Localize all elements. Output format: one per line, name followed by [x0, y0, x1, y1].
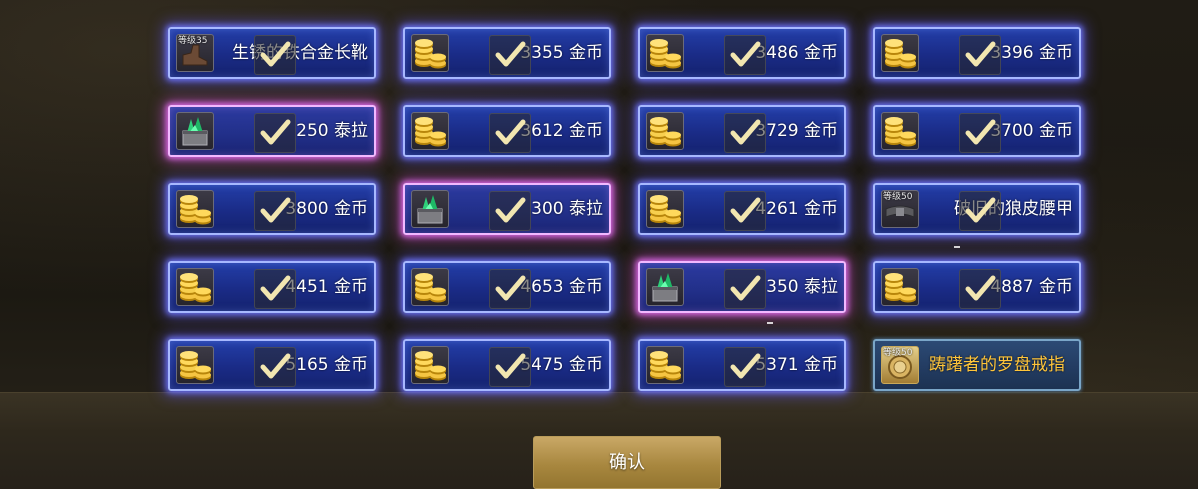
checkmark-icon [489, 191, 531, 231]
reward-card[interactable]: 5475 金币 [403, 339, 611, 391]
checkmark-icon [724, 191, 766, 231]
checkmark-icon [724, 35, 766, 75]
reward-label: 250 泰拉 [296, 121, 368, 141]
reward-label: 3396 金币 [990, 43, 1073, 63]
reward-card[interactable]: 4261 金币 [638, 183, 846, 235]
reward-label: 4261 金币 [755, 199, 838, 219]
checkmark-icon [254, 35, 296, 75]
reward-card[interactable]: 5371 金币 [638, 339, 846, 391]
checkmark-icon [254, 191, 296, 231]
reward-card[interactable]: 300 泰拉 [403, 183, 611, 235]
gold-coins-icon [881, 112, 919, 150]
gold-coins-icon [646, 190, 684, 228]
checkmark-icon [254, 347, 296, 387]
reward-card[interactable]: 4887 金币 [873, 261, 1081, 313]
level-tag: 等级35 [178, 36, 208, 46]
boots-icon: 等级35 [176, 34, 214, 72]
reward-card[interactable]: 3355 金币 [403, 27, 611, 79]
reward-label: 4653 金币 [520, 277, 603, 297]
checkmark-icon [489, 269, 531, 309]
checkmark-icon [959, 113, 1001, 153]
reward-card[interactable]: 等级50 破旧的狼皮腰甲 [873, 183, 1081, 235]
reward-card[interactable]: 3612 金币 [403, 105, 611, 157]
confirm-button[interactable]: 确认 [533, 436, 721, 489]
checkmark-icon [489, 113, 531, 153]
gold-coins-icon [411, 268, 449, 306]
reward-label: 3355 金币 [520, 43, 603, 63]
checkmark-icon [959, 269, 1001, 309]
checkmark-icon [959, 35, 1001, 75]
gold-coins-icon [176, 268, 214, 306]
belt-icon: 等级50 [881, 190, 919, 228]
level-tag: 等级50 [883, 192, 913, 202]
checkmark-icon [254, 269, 296, 309]
gold-coins-icon [646, 346, 684, 384]
reward-card[interactable]: 3700 金币 [873, 105, 1081, 157]
tera-crystal-icon [646, 268, 684, 306]
reward-label: 4451 金币 [285, 277, 368, 297]
reward-card[interactable]: 等级50 踌躇者的罗盘戒指 [873, 339, 1081, 391]
reward-card[interactable]: 350 泰拉 [638, 261, 846, 313]
tera-crystal-icon [176, 112, 214, 150]
gold-coins-icon [646, 34, 684, 72]
reward-label: 生锈的铁合金长靴 [232, 43, 368, 63]
divider-mark [767, 322, 773, 324]
tera-crystal-icon [411, 190, 449, 228]
gold-coins-icon [411, 34, 449, 72]
reward-screen: 等级35 生锈的铁合金长靴 3355 金币 3486 金币 3396 金币 250 泰拉 3… [0, 0, 1198, 489]
reward-card[interactable]: 3800 金币 [168, 183, 376, 235]
reward-card[interactable]: 等级35 生锈的铁合金长靴 [168, 27, 376, 79]
reward-label: 4887 金币 [990, 277, 1073, 297]
gold-coins-icon [881, 34, 919, 72]
divider-mark [954, 246, 960, 248]
gold-coins-icon [646, 112, 684, 150]
reward-card[interactable]: 3486 金币 [638, 27, 846, 79]
reward-card[interactable]: 4451 金币 [168, 261, 376, 313]
gold-coins-icon [411, 346, 449, 384]
gold-coins-icon [411, 112, 449, 150]
reward-label: 踌躇者的罗盘戒指 [929, 355, 1065, 375]
gold-coins-icon [881, 268, 919, 306]
reward-card[interactable]: 4653 金币 [403, 261, 611, 313]
checkmark-icon [959, 191, 1001, 231]
checkmark-icon [489, 347, 531, 387]
reward-label: 3729 金币 [755, 121, 838, 141]
reward-label: 350 泰拉 [766, 277, 838, 297]
checkmark-icon [724, 269, 766, 309]
reward-label: 5371 金币 [755, 355, 838, 375]
checkmark-icon [254, 113, 296, 153]
compass-ring-icon: 等级50 [881, 346, 919, 384]
reward-label: 3800 金币 [285, 199, 368, 219]
reward-label: 3486 金币 [755, 43, 838, 63]
checkmark-icon [489, 35, 531, 75]
reward-label: 300 泰拉 [531, 199, 603, 219]
reward-label: 5165 金币 [285, 355, 368, 375]
level-tag: 等级50 [883, 348, 913, 358]
gold-coins-icon [176, 346, 214, 384]
checkmark-icon [724, 347, 766, 387]
reward-card[interactable]: 3729 金币 [638, 105, 846, 157]
reward-card[interactable]: 250 泰拉 [168, 105, 376, 157]
reward-label: 3612 金币 [520, 121, 603, 141]
gold-coins-icon [176, 190, 214, 228]
reward-label: 3700 金币 [990, 121, 1073, 141]
reward-card[interactable]: 3396 金币 [873, 27, 1081, 79]
reward-label: 5475 金币 [520, 355, 603, 375]
checkmark-icon [724, 113, 766, 153]
reward-card[interactable]: 5165 金币 [168, 339, 376, 391]
